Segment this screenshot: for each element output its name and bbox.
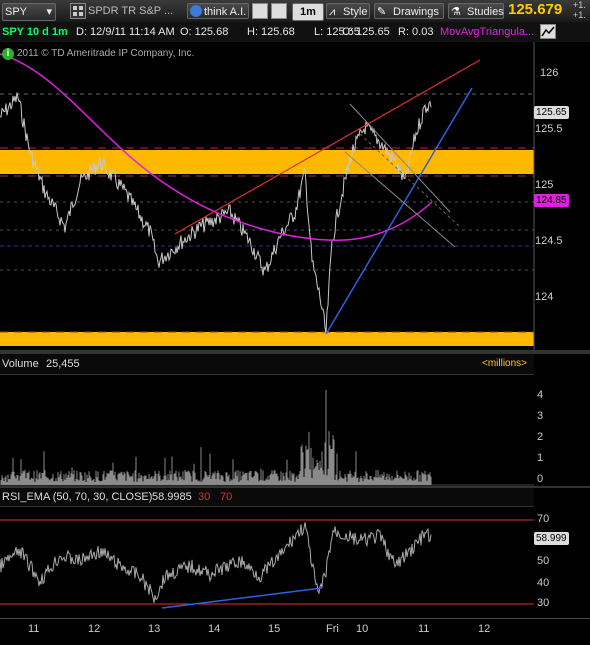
- time-label-10: 10: [356, 623, 369, 635]
- rsi-tick-30: 30: [537, 597, 550, 609]
- bar-open: O: 125.68: [180, 26, 229, 38]
- volume-tick-1: 1: [537, 452, 544, 464]
- info-bar: SPY 10 d 1m D: 12/9/11 11:14 AM O: 125.6…: [0, 22, 590, 43]
- rsi-label: RSI_EMA (50, 70, 30, CLOSE): [2, 491, 153, 503]
- time-label-13: 13: [148, 623, 161, 635]
- price-tick-124: 124: [535, 291, 554, 303]
- volume-label: Volume: [2, 358, 39, 370]
- rsi-chart: [0, 519, 534, 609]
- study-name: MovAvgTriangula...: [440, 26, 535, 38]
- chevron-down-icon: ▾: [46, 6, 52, 18]
- time-label-12b: 12: [478, 623, 491, 635]
- rsi-trendline: [161, 587, 323, 609]
- symbol-description: SPDR TR S&P ...: [88, 5, 174, 17]
- price-chart: [0, 42, 535, 350]
- time-label-fri: Fri: [326, 623, 339, 635]
- drawings-label: Drawings: [393, 6, 439, 18]
- ma-price-tag: 124.85: [534, 194, 569, 207]
- bar-date: D: 12/9/11 11:14 AM: [76, 26, 175, 38]
- last-price: 125.679: [508, 1, 563, 18]
- time-label-14: 14: [208, 623, 221, 635]
- style-icon: ⩘: [329, 6, 336, 18]
- volume-tick-0: 0: [537, 473, 544, 485]
- bar-range: R: 0.03: [398, 26, 434, 38]
- drawings-button[interactable]: ✎ Drawings: [374, 3, 444, 19]
- style-label: Style: [343, 6, 368, 18]
- chart-title: SPY 10 d 1m: [2, 26, 68, 38]
- time-label-11b: 11: [418, 623, 430, 635]
- time-axis[interactable]: 11 12 13 14 15 Fri 10 11 12: [0, 618, 590, 645]
- price-pane[interactable]: i 2011 © TD Ameritrade IP Company, Inc. …: [0, 42, 590, 350]
- rsi-tick-40: 40: [537, 577, 550, 589]
- rsi-tick-70: 70: [537, 513, 550, 525]
- last-price-tag: 125.65: [534, 106, 569, 119]
- zoom-icon[interactable]: [271, 3, 287, 19]
- rsi-value: 58.9985: [152, 491, 192, 503]
- think-ai-label: think A.I.: [204, 6, 247, 18]
- trendline-red: [174, 59, 481, 235]
- bar-high: H: 125.68: [247, 26, 295, 38]
- studies-button[interactable]: ⚗ Studies: [448, 3, 504, 19]
- think-ai-button[interactable]: think A.I.: [187, 3, 249, 19]
- price-tick-125: 125: [535, 179, 554, 191]
- chart-settings-icon[interactable]: [540, 24, 556, 39]
- rsi-tick-50: 50: [537, 555, 550, 567]
- support-zone-upper: [0, 150, 534, 174]
- grid-icon[interactable]: [70, 3, 86, 19]
- copyright-text: 2011 © TD Ameritrade IP Company, Inc.: [17, 48, 195, 59]
- volume-chart: [0, 390, 534, 486]
- rsi-last-tag: 58.999: [534, 532, 569, 545]
- pencil-icon: ✎: [377, 6, 387, 18]
- rsi-high: 70: [220, 491, 233, 503]
- studies-label: Studies: [467, 6, 504, 18]
- volume-pane[interactable]: Volume 25,455 <millions> 4 3 2 1 0: [0, 354, 590, 486]
- rsi-low: 30: [198, 491, 211, 503]
- time-label-11: 11: [28, 623, 40, 635]
- rsi-line: [0, 522, 432, 603]
- toolbar: SPY ▾ SPDR TR S&P ... think A.I. 1m ⩘ St…: [0, 0, 590, 23]
- volume-unit: <millions>: [482, 358, 528, 369]
- symbol-selector[interactable]: SPY ▾: [2, 3, 56, 21]
- style-button[interactable]: ⩘ Style: [326, 3, 370, 19]
- time-label-12: 12: [88, 623, 101, 635]
- symbol-text: SPY: [5, 6, 28, 18]
- price-tick-124-5: 124.5: [535, 235, 563, 247]
- price-tick-125-5: 125.5: [535, 123, 563, 135]
- globe-icon: [190, 5, 202, 17]
- period-button[interactable]: 1m: [292, 3, 324, 21]
- moving-average-line: [0, 53, 433, 241]
- volume-header: [0, 354, 534, 375]
- info-icon[interactable]: i: [2, 48, 14, 60]
- trendline-blue: [325, 87, 473, 335]
- flask-icon: ⚗: [451, 6, 461, 18]
- volume-tick-2: 2: [537, 431, 544, 443]
- volume-tick-3: 3: [537, 410, 544, 422]
- volume-tick-4: 4: [537, 389, 544, 401]
- scissors-icon[interactable]: [252, 3, 268, 19]
- rsi-pane[interactable]: RSI_EMA (50, 70, 30, CLOSE) 58.9985 30 7…: [0, 488, 590, 618]
- price-tick-126: 126: [540, 67, 559, 79]
- support-zone-lower: [0, 332, 534, 346]
- volume-value: 25,455: [46, 358, 80, 370]
- bar-close: C: 125.65: [342, 26, 390, 38]
- time-label-15: 15: [268, 623, 281, 635]
